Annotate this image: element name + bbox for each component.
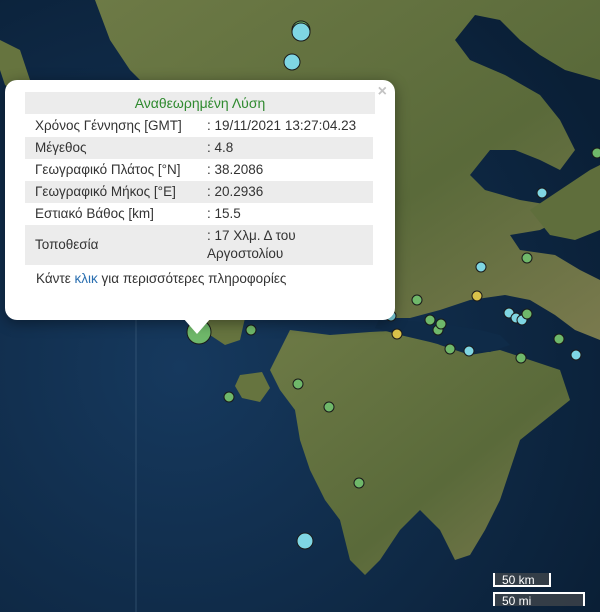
more-info-line: Κάντε κλικ για περισσότερες πληροφορίες [25, 271, 375, 286]
row-label-magnitude: Μέγεθος [25, 137, 197, 159]
quake-marker[interactable] [444, 343, 456, 355]
close-icon[interactable]: × [378, 82, 387, 102]
quake-marker[interactable] [521, 308, 533, 320]
table-row: Εστιακό Βάθος [km] : 15.5 [25, 203, 373, 225]
row-label-latitude: Γεωγραφικό Πλάτος [°N] [35, 162, 181, 177]
scale-bar-mi: 50 mi [493, 592, 585, 608]
quake-marker[interactable] [591, 147, 600, 159]
earthquake-details-table: Χρόνος Γέννησης [GMT] : 19/11/2021 13:27… [25, 115, 373, 265]
more-info-prefix: Κάντε [36, 271, 71, 286]
quake-marker[interactable] [475, 261, 487, 273]
table-row: Χρόνος Γέννησης [GMT] : 19/11/2021 13:27… [25, 115, 373, 137]
more-info-suffix: για περισσότερες πληροφορίες [101, 271, 287, 286]
quake-marker[interactable] [521, 252, 533, 264]
quake-marker[interactable] [570, 349, 582, 361]
quake-marker[interactable] [435, 318, 447, 330]
quake-marker[interactable] [536, 187, 548, 199]
quake-marker[interactable] [296, 532, 314, 550]
row-value-depth: : 15.5 [207, 206, 241, 221]
quake-marker[interactable] [353, 477, 365, 489]
quake-marker[interactable] [245, 324, 257, 336]
row-value-origin-time: : 19/11/2021 13:27:04.23 [207, 118, 357, 133]
row-label-depth: Εστιακό Βάθος [km] [35, 206, 154, 221]
quake-marker[interactable] [515, 352, 527, 364]
table-row: Τοποθεσία : 17 Χλμ. Δ του Αργοστολίου [25, 225, 373, 265]
quake-marker[interactable] [553, 333, 565, 345]
quake-marker[interactable] [291, 22, 311, 42]
table-row: Μέγεθος : 4.8 [25, 137, 373, 159]
row-value-latitude: : 38.2086 [207, 162, 264, 177]
quake-marker[interactable] [323, 401, 335, 413]
row-value-location: : 17 Χλμ. Δ του Αργοστολίου [197, 225, 373, 265]
quake-marker[interactable] [424, 314, 436, 326]
quake-marker[interactable] [411, 294, 423, 306]
quake-marker[interactable] [463, 345, 475, 357]
scale-bar-km: 50 km [493, 573, 551, 587]
more-info-link[interactable]: κλικ [75, 271, 98, 286]
table-row: Γεωγραφικό Πλάτος [°N] : 38.2086 [25, 159, 373, 181]
row-value-magnitude: : 4.8 [197, 137, 373, 159]
row-label-longitude: Γεωγραφικό Μήκος [°E] [25, 181, 197, 203]
row-label-origin-time: Χρόνος Γέννησης [GMT] [35, 118, 182, 133]
quake-marker[interactable] [292, 378, 304, 390]
quake-marker[interactable] [391, 328, 403, 340]
earthquake-info-popup: × Αναθεωρημένη Λύση Χρόνος Γέννησης [GMT… [5, 80, 395, 320]
quake-marker[interactable] [283, 53, 301, 71]
popup-pointer [183, 318, 211, 334]
popup-title: Αναθεωρημένη Λύση [25, 92, 375, 114]
quake-marker[interactable] [223, 391, 235, 403]
table-row: Γεωγραφικό Μήκος [°E] : 20.2936 [25, 181, 373, 203]
quake-marker[interactable] [471, 290, 483, 302]
row-value-longitude: : 20.2936 [197, 181, 373, 203]
row-label-location: Τοποθεσία [25, 225, 197, 265]
